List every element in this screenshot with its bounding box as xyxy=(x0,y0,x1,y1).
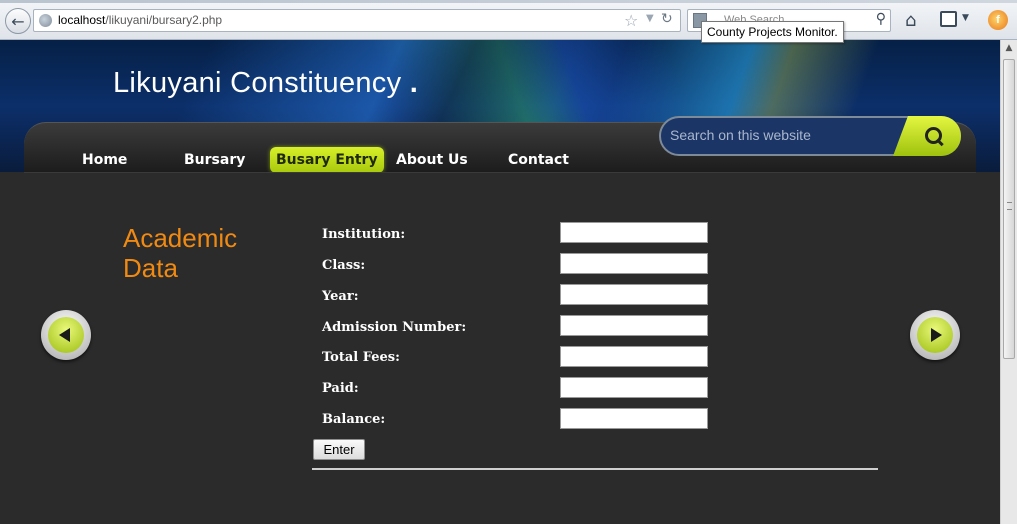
admission-number-field[interactable] xyxy=(560,315,708,336)
paid-field[interactable] xyxy=(560,377,708,398)
previous-slide-button[interactable] xyxy=(41,310,91,360)
addon-bar-icon[interactable] xyxy=(940,11,957,27)
tooltip: County Projects Monitor. xyxy=(701,21,844,43)
class-field[interactable] xyxy=(560,253,708,274)
nav-item-busary-entry[interactable]: Busary Entry xyxy=(270,147,384,173)
paid-label: Paid: xyxy=(322,381,359,396)
scrollbar-thumb[interactable] xyxy=(1003,59,1015,359)
globe-icon xyxy=(39,14,52,27)
site-search-input[interactable]: Search on this website xyxy=(659,116,961,156)
site-title: Likuyani Constituency . xyxy=(113,67,418,100)
url-path: /likuyani/bursary2.php xyxy=(105,13,223,27)
next-button-face xyxy=(917,317,953,353)
nav-item-home[interactable]: Home xyxy=(76,147,133,173)
scroll-up-arrow-icon[interactable]: ▲ xyxy=(1001,40,1017,57)
scroll-grip xyxy=(1007,202,1012,210)
institution-label: Institution: xyxy=(322,227,406,242)
url-text: localhost/likuyani/bursary2.php xyxy=(58,13,222,27)
back-arrow-icon: ← xyxy=(11,11,25,31)
search-icon xyxy=(925,127,943,145)
section-title: Academic Data xyxy=(123,223,238,283)
firefox-menu-icon[interactable]: f xyxy=(988,10,1008,30)
balance-field[interactable] xyxy=(560,408,708,429)
bookmark-star-icon[interactable]: ☆ xyxy=(624,11,638,30)
admission-number-label: Admission Number: xyxy=(322,320,467,335)
next-slide-button[interactable] xyxy=(910,310,960,360)
year-field[interactable] xyxy=(560,284,708,305)
nav-item-bursary[interactable]: Bursary xyxy=(178,147,251,173)
reload-icon[interactable]: ↻ xyxy=(661,11,673,27)
site-title-text: Likuyani Constituency xyxy=(113,67,402,99)
search-icon[interactable]: ⚲ xyxy=(876,11,886,27)
browser-toolbar: ← localhost/likuyani/bursary2.php ☆ ▼ ↻ … xyxy=(0,0,1017,40)
enter-button[interactable]: Enter xyxy=(313,439,365,460)
back-button[interactable]: ← xyxy=(5,8,31,34)
divider xyxy=(312,468,878,470)
year-label: Year: xyxy=(322,289,359,304)
class-label: Class: xyxy=(322,258,366,273)
tab-strip xyxy=(0,0,1017,3)
vertical-scrollbar[interactable]: ▲ xyxy=(1000,40,1017,524)
total-fees-label: Total Fees: xyxy=(322,350,400,365)
home-icon[interactable]: ⌂ xyxy=(905,10,916,31)
total-fees-field[interactable] xyxy=(560,346,708,367)
history-dropdown-icon[interactable]: ▼ xyxy=(646,13,654,24)
arrow-right-icon xyxy=(931,328,942,342)
site-search-button[interactable] xyxy=(893,116,961,156)
institution-field[interactable] xyxy=(560,222,708,243)
chevron-down-icon[interactable]: ▼ xyxy=(962,13,969,23)
nav-item-about-us[interactable]: About Us xyxy=(390,147,474,173)
site-search-placeholder: Search on this website xyxy=(670,127,811,143)
arrow-left-icon xyxy=(59,328,70,342)
address-bar[interactable]: localhost/likuyani/bursary2.php ☆ ▼ ↻ xyxy=(33,9,681,32)
previous-button-face xyxy=(48,317,84,353)
url-host: localhost xyxy=(58,13,106,27)
balance-label: Balance: xyxy=(322,412,386,427)
nav-item-contact[interactable]: Contact xyxy=(502,147,575,173)
site-title-dot: . xyxy=(409,67,419,99)
